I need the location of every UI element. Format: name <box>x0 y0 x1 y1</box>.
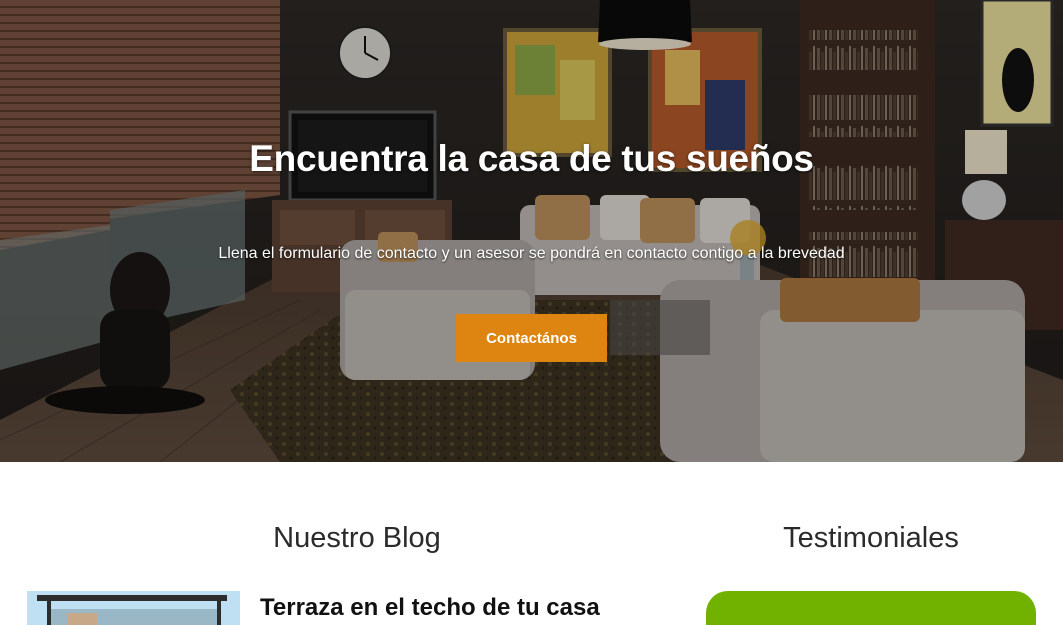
contact-button[interactable]: Contactános <box>456 314 607 362</box>
blog-post-title[interactable]: Terraza en el techo de tu casa <box>260 594 600 622</box>
blog-heading: Nuestro Blog <box>273 522 441 554</box>
testimonial-card <box>706 591 1036 625</box>
blog-post-image[interactable] <box>27 591 240 625</box>
hero-subtitle: Llena el formulario de contacto y un ase… <box>218 245 845 262</box>
hero-background-image <box>0 0 1063 462</box>
hero-title: Encuentra la casa de tus sueños <box>249 138 814 179</box>
testimonials-heading: Testimoniales <box>783 522 959 554</box>
hero-section: Encuentra la casa de tus sueños Llena el… <box>0 0 1063 462</box>
